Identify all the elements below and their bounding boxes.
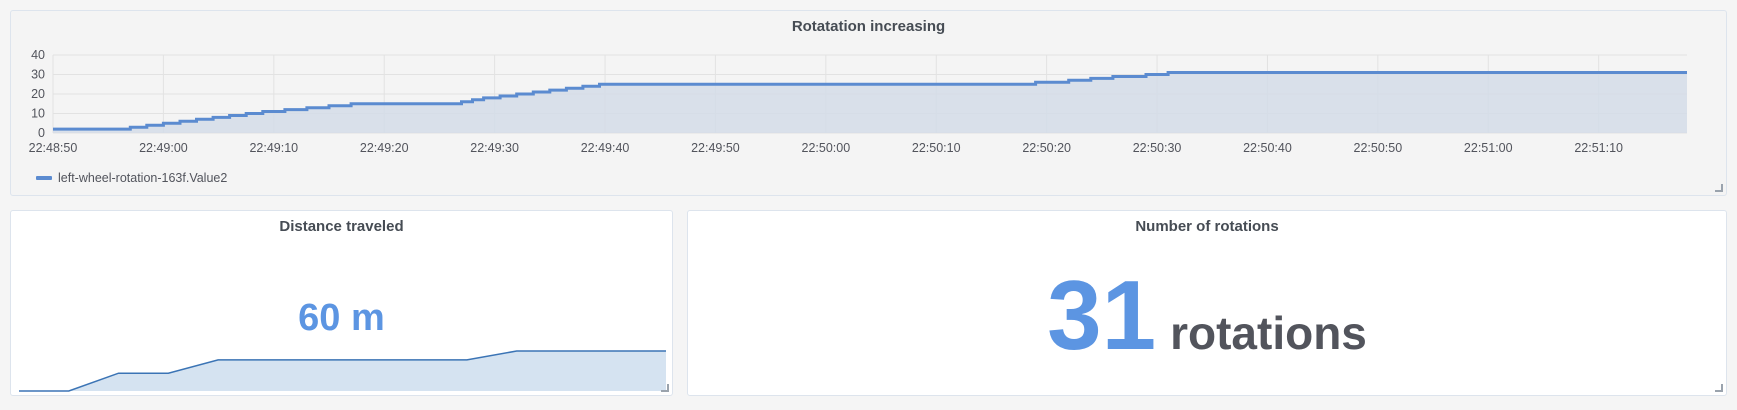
x-tick-label: 22:50:10: [912, 141, 961, 155]
x-tick-label: 22:49:40: [581, 141, 630, 155]
rotation-chart: 0 10 20 30 40 22:48:50 22:49:00 22:49:10 22:49:2…: [29, 48, 1687, 155]
rotations-unit: rotations: [1170, 307, 1367, 359]
legend-label: left-wheel-rotation-163f.Value2: [58, 171, 228, 185]
distance-stat: 60 m: [11, 297, 672, 340]
resize-handle-icon[interactable]: [1715, 184, 1723, 192]
y-tick-label: 0: [38, 126, 45, 140]
x-tick-label: 22:48:50: [29, 141, 78, 155]
legend-item[interactable]: left-wheel-rotation-163f.Value2: [36, 171, 227, 185]
series-area: [53, 72, 1687, 133]
rotation-panel: Rotatation increasing 0 10 20 30 40 22:48:50 2…: [10, 10, 1727, 196]
distance-panel: Distance traveled 60 m: [10, 210, 673, 396]
legend-swatch-icon: [36, 176, 52, 180]
sparkline-area: [19, 351, 666, 391]
x-tick-label: 22:49:50: [691, 141, 740, 155]
resize-handle-icon[interactable]: [1715, 384, 1723, 392]
resize-handle-icon[interactable]: [661, 384, 669, 392]
x-tick-label: 22:49:20: [360, 141, 409, 155]
y-tick-label: 20: [31, 87, 45, 101]
rotations-value: 31: [1047, 260, 1157, 370]
x-tick-label: 22:50:20: [1022, 141, 1071, 155]
panel-title[interactable]: Number of rotations: [688, 218, 1726, 235]
y-tick-label: 40: [31, 48, 45, 62]
x-tick-label: 22:50:50: [1354, 141, 1403, 155]
x-tick-label: 22:50:40: [1243, 141, 1292, 155]
x-tick-label: 22:50:30: [1133, 141, 1182, 155]
distance-value: 60: [298, 297, 341, 339]
rotations-stat: 31 rotations: [688, 259, 1726, 372]
y-tick-label: 10: [31, 107, 45, 121]
x-tick-label: 22:49:10: [249, 141, 298, 155]
x-tick-label: 22:51:10: [1574, 141, 1623, 155]
distance-unit: m: [351, 297, 385, 339]
rotations-panel: Number of rotations 31 rotations: [687, 210, 1727, 396]
x-tick-label: 22:49:30: [470, 141, 519, 155]
y-tick-label: 30: [31, 68, 45, 82]
x-tick-label: 22:50:00: [802, 141, 851, 155]
x-tick-label: 22:49:00: [139, 141, 188, 155]
x-tick-label: 22:51:00: [1464, 141, 1513, 155]
